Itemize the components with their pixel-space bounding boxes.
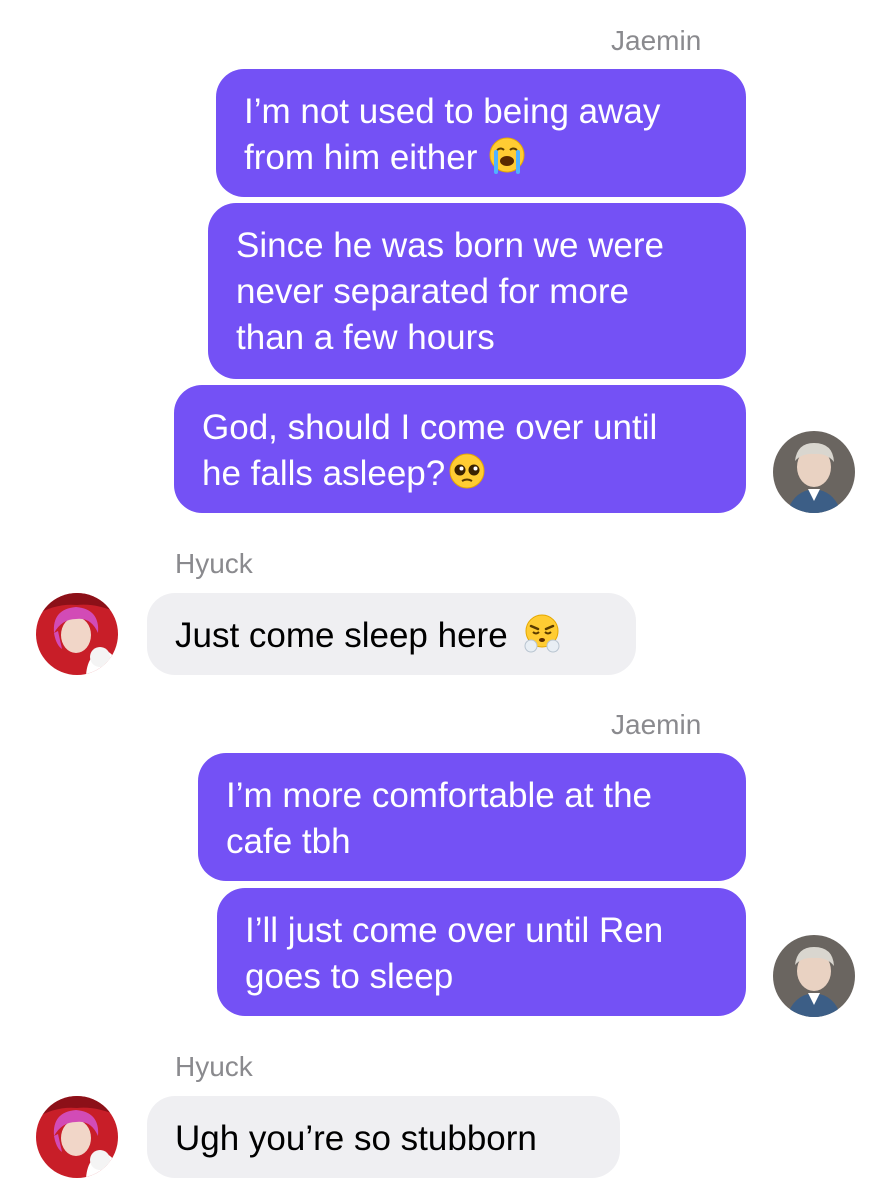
hyuck-avatar[interactable]: [36, 1096, 118, 1178]
message-bubble[interactable]: Since he was born we were never separate…: [208, 203, 746, 379]
message-bubble[interactable]: I’m more comfortable at the cafe tbh: [198, 753, 746, 881]
message-line: God, should I come over until: [202, 408, 658, 447]
message-bubble[interactable]: I’m not used to being away from him eith…: [216, 69, 746, 197]
message-line: Ugh you’re so stubborn: [175, 1119, 537, 1158]
message-bubble[interactable]: I’ll just come over until Ren goes to sl…: [217, 888, 746, 1016]
sender-name-hyuck: Hyuck: [175, 548, 253, 579]
jaemin-avatar[interactable]: [773, 935, 855, 1017]
message-line: I’m not used to being away: [244, 92, 661, 131]
message-line: goes to sleep: [245, 957, 454, 996]
message-bubble[interactable]: God, should I come over until he falls a…: [174, 385, 746, 513]
pleading-face-emoji: [447, 451, 487, 491]
message-line: than a few hours: [236, 318, 495, 357]
message-line: cafe tbh: [226, 822, 351, 861]
sender-name-jaemin: Jaemin: [611, 25, 702, 56]
message-line: from him either: [244, 135, 718, 181]
message-line: he falls asleep?: [202, 451, 718, 497]
jaemin-avatar[interactable]: [773, 431, 855, 513]
sender-name-jaemin: Jaemin: [611, 709, 702, 740]
message-line: never separated for more: [236, 272, 629, 311]
message-bubble[interactable]: Just come sleep here: [147, 593, 636, 675]
message-line: Since he was born we were: [236, 226, 664, 265]
loudly-crying-face-emoji: [487, 135, 527, 175]
message-line: Just come sleep here: [175, 613, 608, 659]
hyuck-avatar[interactable]: [36, 593, 118, 675]
message-line: I’ll just come over until Ren: [245, 911, 664, 950]
face-with-steam-emoji: [522, 613, 562, 653]
sender-name-hyuck: Hyuck: [175, 1051, 253, 1082]
message-line: I’m more comfortable at the: [226, 776, 652, 815]
message-bubble[interactable]: Ugh you’re so stubborn: [147, 1096, 620, 1178]
